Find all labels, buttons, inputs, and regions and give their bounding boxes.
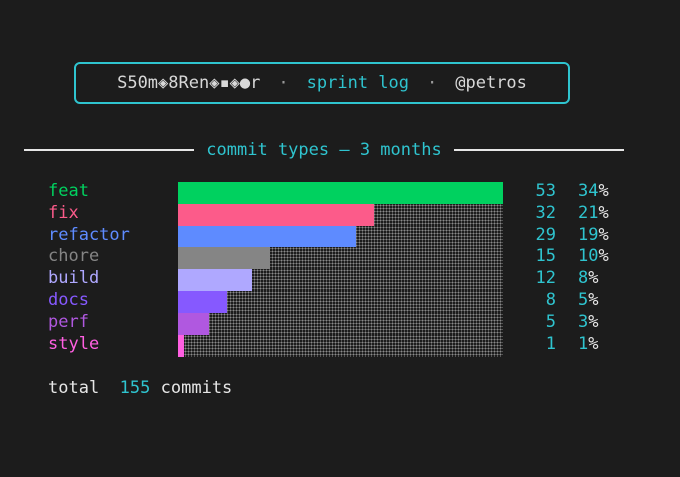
chart-row-perf: perf 5 3% xyxy=(0,311,680,335)
count-value: 8 xyxy=(545,290,556,310)
chart-row-fix: fix 32 21% xyxy=(0,202,680,226)
percent-number: 8 xyxy=(578,268,589,289)
category-label: fix xyxy=(48,202,79,223)
bar-track xyxy=(178,334,503,357)
percent-symbol: % xyxy=(588,311,599,332)
bar-track xyxy=(178,225,503,248)
percent-symbol: % xyxy=(598,224,609,245)
total-label: total xyxy=(48,378,100,398)
percent-symbol: % xyxy=(588,268,599,289)
percent-number: 3 xyxy=(578,311,589,332)
count-value: 15 xyxy=(535,246,556,267)
percent-value: 8% xyxy=(578,267,599,289)
bar-fix xyxy=(178,203,375,226)
bar-style xyxy=(178,334,185,357)
section-title-text: commit types — 3 months xyxy=(206,140,442,160)
title-rule-right xyxy=(453,149,624,151)
percent-symbol: % xyxy=(588,333,599,354)
bar-track xyxy=(178,247,503,270)
bar-track xyxy=(178,291,503,313)
bar-perf xyxy=(178,312,209,335)
header-user: @petros xyxy=(455,73,527,93)
bar-chore xyxy=(178,247,270,270)
bar-feat xyxy=(178,182,503,204)
percent-symbol: % xyxy=(598,202,609,223)
category-label: build xyxy=(48,268,100,289)
percent-value: 21% xyxy=(578,202,609,224)
percent-symbol: % xyxy=(588,290,599,310)
chart-row-docs: docs 8 5% xyxy=(0,289,680,313)
chart-row-feat: feat 53 34% xyxy=(0,180,680,204)
category-label: refactor xyxy=(48,224,130,245)
category-label: chore xyxy=(48,246,100,267)
bar-build xyxy=(178,269,252,292)
percent-value: 1% xyxy=(578,333,599,355)
total-value: 155 xyxy=(119,378,151,398)
bar-refactor xyxy=(178,225,356,248)
count-value: 29 xyxy=(535,224,556,245)
bar-track xyxy=(178,269,503,292)
total-unit: commits xyxy=(160,378,233,398)
percent-value: 19% xyxy=(578,224,609,246)
chart-row-chore: chore 15 10% xyxy=(0,245,680,270)
count-value: 32 xyxy=(535,202,556,223)
percent-number: 5 xyxy=(578,290,589,310)
header-box: S50m◈8Ren◈▪◈●r · sprint log · @petros xyxy=(74,62,570,104)
header-name: S50m◈8Ren◈▪◈●r xyxy=(117,73,261,93)
percent-number: 10 xyxy=(578,246,599,267)
count-value: 12 xyxy=(535,268,556,289)
section-title: commit types — 3 months xyxy=(24,138,624,162)
bar-track xyxy=(178,312,503,335)
bar-track xyxy=(178,203,503,226)
title-rule-left xyxy=(24,149,195,151)
percent-value: 10% xyxy=(578,245,609,267)
chart-row-refactor: refactor 29 19% xyxy=(0,224,680,248)
count-value: 53 xyxy=(535,181,556,201)
bar-docs xyxy=(178,291,228,313)
chart-row-style: style 1 1% xyxy=(0,333,680,357)
category-label: style xyxy=(48,333,100,354)
header-log-label: sprint log xyxy=(306,73,409,93)
percent-number: 21 xyxy=(578,202,599,223)
category-label: docs xyxy=(48,290,89,310)
percent-value: 34% xyxy=(578,180,609,202)
percent-number: 1 xyxy=(578,333,589,354)
category-label: feat xyxy=(48,181,89,201)
header-separator-1: · xyxy=(278,73,289,93)
percent-number: 34 xyxy=(578,181,599,201)
percent-value: 3% xyxy=(578,311,599,333)
percent-symbol: % xyxy=(598,181,609,201)
percent-value: 5% xyxy=(578,289,599,311)
count-value: 5 xyxy=(545,311,556,332)
bar-track xyxy=(178,182,503,204)
total-line: total 155 commits xyxy=(48,378,232,398)
count-value: 1 xyxy=(545,333,556,354)
category-label: perf xyxy=(48,311,89,332)
percent-number: 19 xyxy=(578,224,599,245)
chart-row-build: build 12 8% xyxy=(0,267,680,292)
percent-symbol: % xyxy=(598,246,609,267)
header-separator-2: · xyxy=(427,73,438,93)
